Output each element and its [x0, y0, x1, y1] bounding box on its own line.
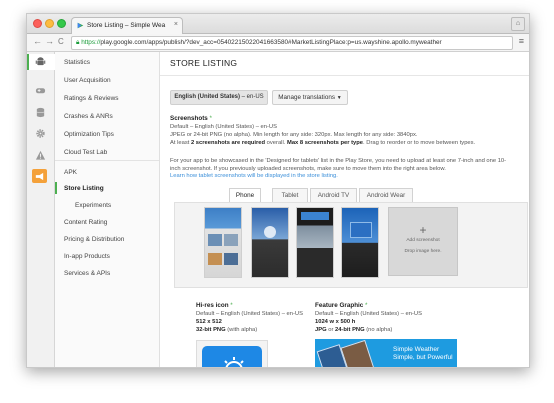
sidebar-item-in-app-products[interactable]: In-app Products	[64, 253, 110, 260]
feature-promo-subtitle: Simple, but Powerful	[393, 354, 453, 361]
sidebar-item-cloud-test-lab[interactable]: Cloud Test Lab	[64, 149, 107, 156]
sidebar-item-optimization-tips[interactable]: Optimization Tips	[64, 131, 114, 138]
url-scheme: https://	[81, 39, 101, 46]
gamepad-icon[interactable]	[35, 85, 46, 96]
hires-format: 32-bit PNG (with alpha)	[196, 327, 258, 333]
tab-android-tv[interactable]: Android TV	[310, 188, 357, 203]
browser-menu-button[interactable]: ≡	[519, 36, 524, 46]
title-bar: Store Listing – Simple Wea × ⌂	[27, 14, 529, 34]
url-text: play.google.com/apps/publish/?dev_acc=05…	[100, 39, 442, 46]
screenshots-label-text: Screenshots	[170, 115, 208, 122]
megaphone-icon[interactable]	[32, 169, 47, 183]
hires-icon-label: Hi-res icon *	[196, 302, 233, 309]
sidebar-item-content-rating[interactable]: Content Rating	[64, 219, 107, 226]
add-screenshot-label: Add screenshot	[406, 238, 440, 243]
hires-size: 512 x 512	[196, 319, 222, 325]
add-screenshot-dropzone[interactable]: + Add screenshot Drop image here.	[388, 207, 458, 276]
sidebar-item-statistics[interactable]: Statistics	[64, 59, 90, 66]
phone-illustration	[340, 339, 376, 367]
feature-size: 1024 w x 500 h	[315, 319, 356, 325]
feature-format: JPG or 24-bit PNG (no alpha)	[315, 327, 393, 333]
profile-icon[interactable]: ⌂	[511, 17, 525, 31]
feature-graphic-label: Feature Graphic *	[315, 302, 368, 309]
plus-icon: +	[419, 223, 427, 237]
sidebar-item-apk[interactable]: APK	[64, 169, 77, 176]
minimize-window-button[interactable]	[45, 19, 54, 28]
screenshot-thumbnail[interactable]	[341, 207, 379, 278]
screenshot-thumbnail[interactable]	[296, 207, 334, 278]
play-console-icon	[77, 22, 84, 29]
main-content: STORE LISTING English (United States) – …	[160, 52, 529, 367]
page-title: STORE LISTING	[170, 58, 238, 68]
sidebar-item-crashes-anrs[interactable]: Crashes & ANRs	[64, 113, 113, 120]
selected-indicator	[55, 182, 57, 194]
database-icon[interactable]	[35, 107, 46, 118]
tab-android-wear[interactable]: Android Wear	[359, 188, 413, 203]
screenshots-label: Screenshots *	[170, 115, 212, 122]
browser-toolbar: ← → C 🔒︎ https://play.google.com/apps/pu…	[27, 34, 529, 52]
sidebar-item-user-acquisition[interactable]: User Acquisition	[64, 77, 111, 84]
required-mark: *	[209, 115, 212, 122]
close-tab-icon[interactable]: ×	[174, 21, 178, 28]
icon-rail	[27, 52, 56, 367]
sidebar-item-services-apis[interactable]: Services & APIs	[64, 270, 110, 277]
divider	[55, 160, 159, 161]
sun-cloud-icon	[224, 357, 244, 367]
forward-button[interactable]: →	[45, 36, 54, 46]
feature-graphic-preview[interactable]: Simple Weather Simple, but Powerful	[315, 339, 457, 367]
app-icon	[202, 346, 262, 367]
drop-image-label: Drop image here.	[404, 249, 442, 254]
manage-translations-button[interactable]: Manage translations ▼	[272, 90, 348, 105]
sidebar: Statistics User Acquisition Ratings & Revi…	[55, 52, 160, 367]
language-name: English (United States)	[174, 94, 240, 100]
screenshots-locale: Default – English (United States) – en-U…	[170, 124, 277, 130]
hires-icon-preview[interactable]	[196, 340, 268, 367]
tab-title: Store Listing – Simple Wea	[87, 22, 166, 29]
sidebar-item-pricing-distribution[interactable]: Pricing & Distribution	[64, 236, 124, 243]
tablet-info-1: For your app to be showcased in the 'Des…	[170, 158, 507, 164]
screenshots-rules: At least 2 screenshots are required over…	[170, 140, 476, 146]
lock-icon: 🔒︎	[76, 39, 80, 46]
browser-window: Store Listing – Simple Wea × ⌂ ← → C 🔒︎ …	[26, 13, 530, 368]
sidebar-item-store-listing[interactable]: Store Listing	[64, 185, 104, 192]
language-button[interactable]: English (United States) – en-US	[170, 90, 268, 105]
address-bar[interactable]: 🔒︎ https://play.google.com/apps/publish/…	[71, 36, 513, 50]
tab-tablet[interactable]: Tablet	[272, 188, 308, 203]
hires-locale: Default – English (United States) – en-U…	[196, 311, 303, 317]
chevron-down-icon: ▼	[336, 95, 342, 101]
browser-tab[interactable]: Store Listing – Simple Wea ×	[71, 17, 183, 34]
alert-icon[interactable]	[35, 150, 46, 161]
manage-translations-label: Manage translations	[278, 94, 335, 101]
close-window-button[interactable]	[33, 19, 42, 28]
sidebar-item-experiments[interactable]: Experiments	[75, 202, 111, 209]
screenshots-format: JPEG or 24-bit PNG (no alpha). Min lengt…	[170, 132, 418, 138]
zoom-window-button[interactable]	[57, 19, 66, 28]
screenshot-thumbnail[interactable]	[204, 207, 242, 278]
android-icon[interactable]	[35, 56, 46, 67]
screenshot-panel: + Add screenshot Drop image here.	[174, 202, 528, 288]
divider	[160, 75, 529, 76]
feature-promo-title: Simple Weather	[393, 346, 440, 353]
language-code: – en-US	[239, 94, 264, 100]
reload-button[interactable]: C	[58, 37, 64, 46]
gear-icon[interactable]	[35, 128, 46, 139]
feature-locale: Default – English (United States) – en-U…	[315, 311, 422, 317]
screenshot-thumbnail[interactable]	[251, 207, 289, 278]
back-button[interactable]: ←	[33, 36, 42, 46]
learn-tablet-link[interactable]: Learn how tablet screenshots will be dis…	[170, 173, 338, 179]
tablet-info-2: inch screenshot. If you previously uploa…	[170, 166, 446, 172]
sidebar-item-ratings-reviews[interactable]: Ratings & Reviews	[64, 95, 119, 102]
